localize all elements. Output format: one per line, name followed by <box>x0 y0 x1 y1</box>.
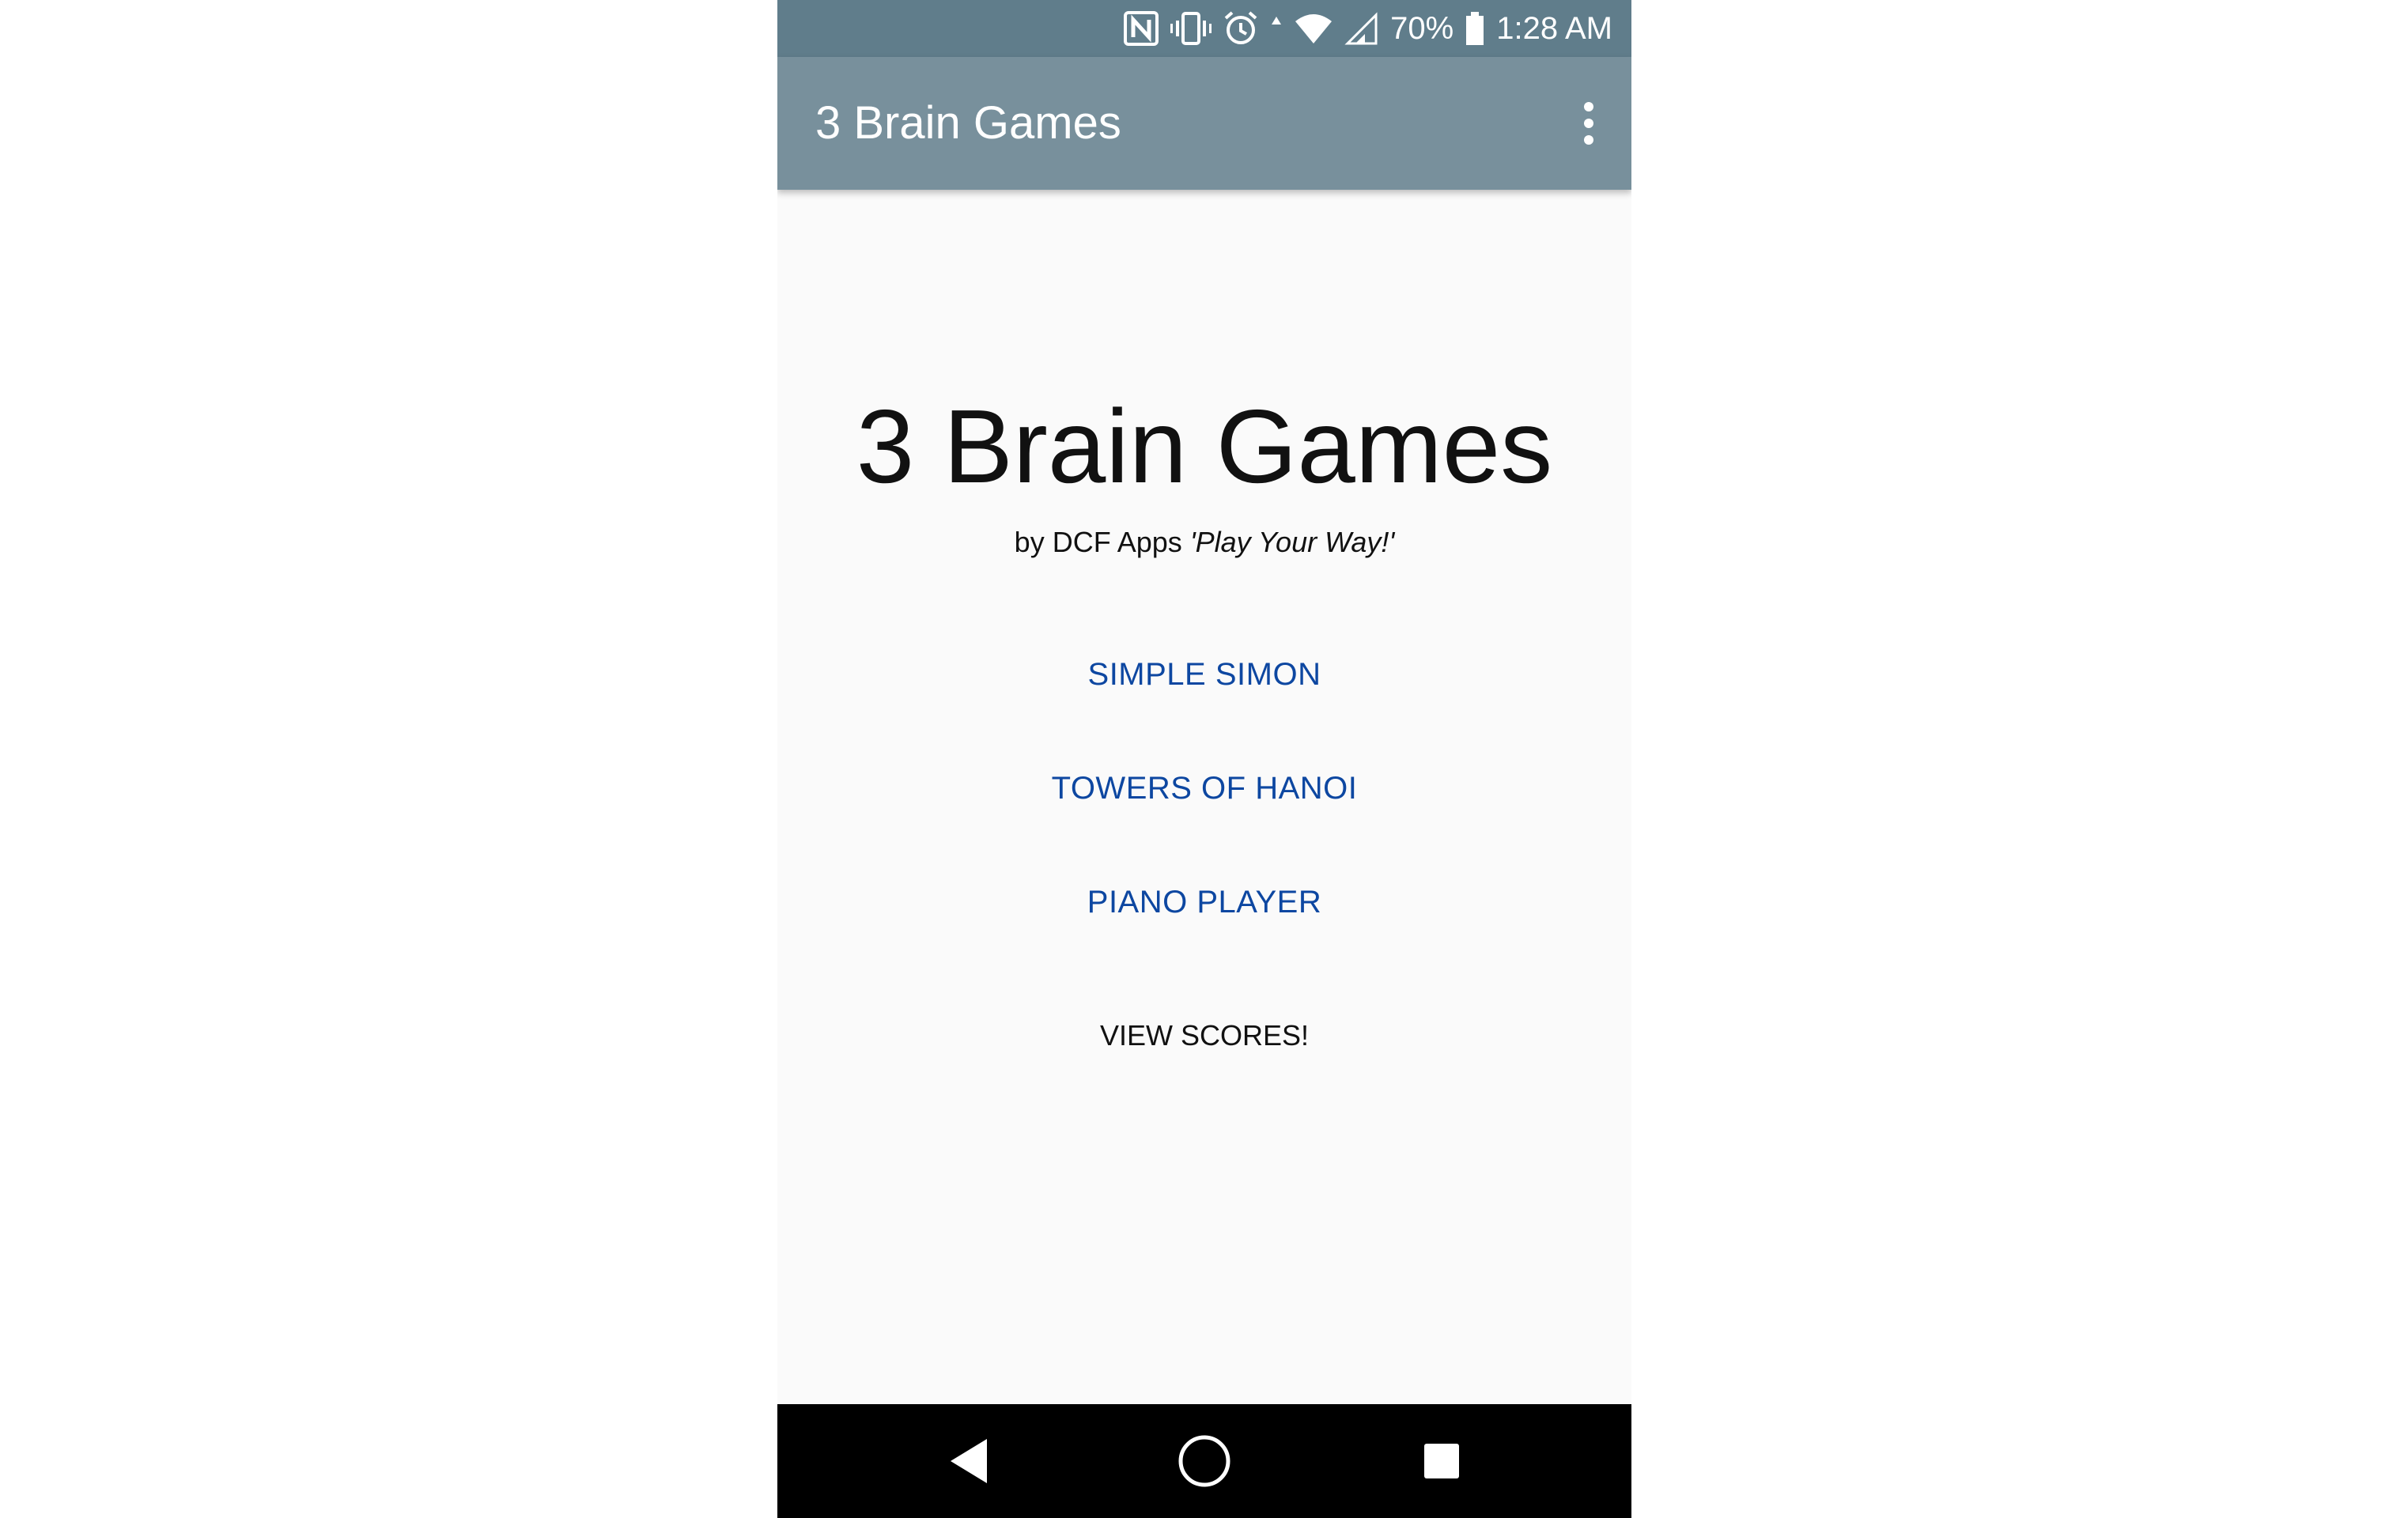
recents-icon[interactable] <box>1378 1404 1505 1518</box>
nfc-icon <box>1123 0 1159 57</box>
piano-player-button[interactable]: PIANO PLAYER <box>777 878 1631 926</box>
home-icon[interactable] <box>1141 1404 1268 1518</box>
more-vert-icon[interactable] <box>1567 95 1611 152</box>
battery-icon <box>1465 0 1485 57</box>
wifi-icon <box>1294 0 1333 57</box>
byline: by DCF Apps 'Play Your Way!' <box>777 525 1631 560</box>
byline-author: by DCF Apps <box>1014 526 1190 558</box>
towers-of-hanoi-button[interactable]: TOWERS OF HANOI <box>777 765 1631 812</box>
navigation-bar <box>777 1404 1631 1518</box>
clock: 1:28 AM <box>1496 11 1612 46</box>
battery-percent: 70% <box>1390 11 1454 46</box>
back-icon[interactable] <box>906 1404 1033 1518</box>
tagline: 'Play Your Way!' <box>1189 526 1395 558</box>
menu-dot <box>1584 119 1593 128</box>
vibrate-icon <box>1170 0 1212 57</box>
phone-screen: 70% 1:28 AM 3 Brain Games 3 Brain Games … <box>777 0 1631 1518</box>
data-arrows-icon <box>1270 0 1283 57</box>
simple-simon-button[interactable]: SIMPLE SIMON <box>777 651 1631 698</box>
status-bar: 70% 1:28 AM <box>777 0 1631 57</box>
menu-dot <box>1584 135 1593 145</box>
app-bar: 3 Brain Games <box>777 57 1631 190</box>
status-icons: 70% 1:28 AM <box>1123 0 1612 57</box>
signal-icon <box>1344 0 1379 57</box>
hero-title: 3 Brain Games <box>856 388 1553 504</box>
main-content: 3 Brain Games by DCF Apps 'Play Your Way… <box>777 190 1631 1404</box>
app-bar-title: 3 Brain Games <box>815 97 1121 149</box>
view-scores-button[interactable]: VIEW SCORES! <box>777 1014 1631 1057</box>
menu-dot <box>1584 102 1593 111</box>
alarm-icon <box>1223 0 1259 57</box>
